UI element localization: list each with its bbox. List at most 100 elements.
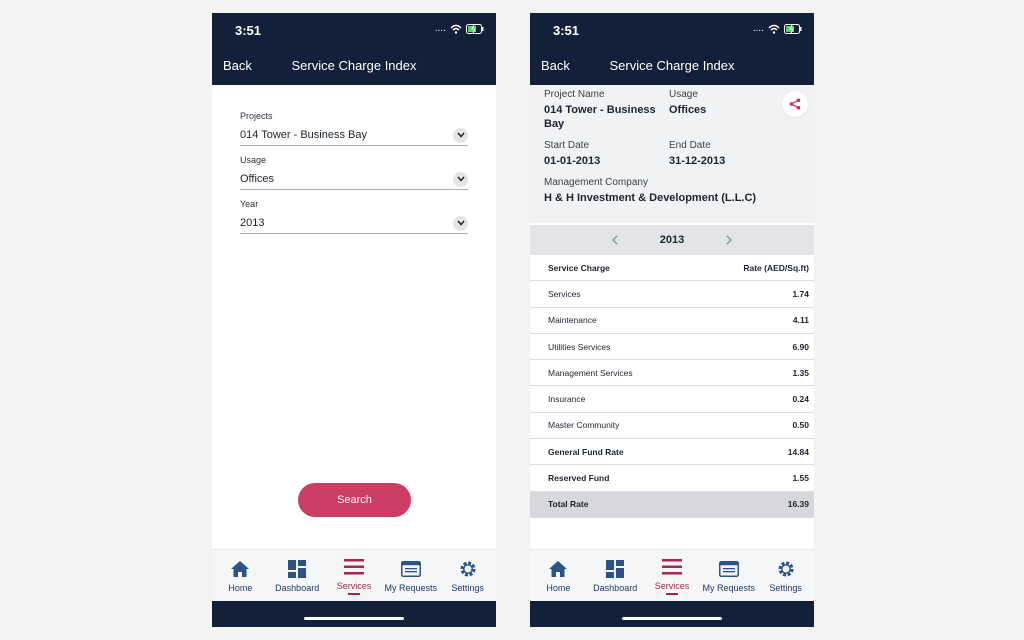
nav-label: Services [654,580,690,591]
project-name-value: 014 Tower - Business Bay [544,104,656,130]
projects-select[interactable]: 014 Tower - Business Bay [240,125,468,146]
chevron-left-icon[interactable] [608,233,622,247]
dashboard-icon [606,559,625,579]
table-row: Services 1.74 [530,281,814,308]
total-label: Total Rate [548,499,589,510]
row-value: 1.55 [792,473,809,484]
row-name: Management Services [548,367,633,378]
nav-home[interactable]: Home [530,559,586,593]
table-header: Service Charge Rate (AED/Sq.ft) [530,255,814,282]
bottom-nav: Home Dashboard Services My Requests Sett… [530,549,814,601]
signal-icon: .... [434,23,446,34]
usage-select[interactable]: Offices [240,169,468,190]
gear-icon [459,559,477,579]
project-details: Project Name 014 Tower - Business Bay Us… [530,85,814,223]
field-value: Offices [240,173,275,185]
battery-icon [466,24,484,34]
table-row: General Fund Rate 14.84 [530,439,814,466]
info-label: Project Name [544,89,605,100]
menu-lines-icon [343,557,364,577]
menu-lines-icon [661,557,682,577]
nav-services[interactable]: Services [326,557,382,595]
year-select[interactable]: 2013 [240,213,468,234]
nav-label: My Requests [702,582,756,593]
nav-dashboard[interactable]: Dashboard [269,559,325,593]
row-value: 1.35 [792,367,809,378]
chevron-down-icon [453,127,468,143]
bottom-nav: Home Dashboard Services My Requests Sett… [212,549,496,601]
nav-services[interactable]: Services [644,557,700,595]
gear-icon [777,559,795,579]
project-name-block: Project Name 014 Tower - Business Bay [544,89,662,131]
end-date-value: 31-12-2013 [669,155,726,167]
row-name: Reserved Fund [548,473,610,484]
projects-field: Projects 014 Tower - Business Bay [240,111,468,146]
row-value: 14.84 [787,446,809,457]
app-header: 3:51 .... Back Service Charge Index [212,13,496,85]
active-indicator [347,592,360,595]
share-button[interactable] [782,91,808,117]
search-button[interactable]: Search [298,483,411,517]
row-value: 6.90 [792,341,809,352]
rates-table: Service Charge Rate (AED/Sq.ft) Services… [530,255,814,518]
app-header: 3:51 .... Back Service Charge Index [530,13,814,85]
total-row: Total Rate 16.39 [530,491,814,518]
year-selector: 2013 [530,225,814,255]
row-name: Utilities Services [548,341,611,352]
nav-settings[interactable]: Settings [440,559,496,593]
signal-icon: .... [752,23,764,34]
nav-my-requests[interactable]: My Requests [701,559,757,593]
table-row: Utilities Services 6.90 [530,334,814,361]
status-time: 3:51 [235,23,262,38]
row-name: Services [548,288,581,299]
field-label: Projects [240,111,273,121]
nav-home[interactable]: Home [212,559,268,593]
management-company-block: Management Company H & H Investment & De… [544,177,756,205]
row-value: 4.11 [792,315,809,326]
row-name: General Fund Rate [548,446,624,457]
battery-icon [784,24,802,34]
nav-dashboard[interactable]: Dashboard [587,559,643,593]
usage-block: Usage Offices [669,89,706,117]
page-title: Service Charge Index [609,58,735,73]
table-row: Master Community 0.50 [530,413,814,440]
field-value: 2013 [240,217,265,229]
nav-settings[interactable]: Settings [758,559,814,593]
requests-icon [400,559,421,579]
total-value: 16.39 [787,499,809,510]
wifi-icon [768,24,780,34]
usage-field: Usage Offices [240,155,468,190]
share-icon [789,98,801,110]
start-date-value: 01-01-2013 [544,155,601,167]
row-value: 0.50 [792,420,809,431]
home-indicator[interactable] [304,617,404,620]
chevron-right-icon[interactable] [722,233,736,247]
row-name: Master Community [548,420,620,431]
usage-value: Offices [669,104,707,116]
nav-label: Dashboard [593,582,638,593]
table-row: Reserved Fund 1.55 [530,465,814,492]
search-screen: 3:51 .... Back Service Charge Index Proj… [212,13,496,627]
home-indicator[interactable] [622,617,722,620]
selected-year: 2013 [659,234,685,246]
table-row: Maintenance 4.11 [530,308,814,334]
nav-label: Services [336,580,372,591]
field-value: 014 Tower - Business Bay [240,129,367,141]
row-name: Maintenance [548,315,597,326]
requests-icon [718,559,739,579]
dashboard-icon [288,559,307,579]
info-label: Start Date [544,140,590,151]
chevron-down-icon [453,215,468,231]
table-row: Insurance 0.24 [530,386,814,413]
status-time: 3:51 [553,23,580,38]
home-bar [530,601,814,627]
status-icons: .... [435,24,484,34]
column-header: Service Charge [548,262,610,273]
chevron-down-icon [453,171,468,187]
active-indicator [665,592,678,595]
nav-my-requests[interactable]: My Requests [383,559,439,593]
page-title: Service Charge Index [291,58,417,73]
management-company-value: H & H Investment & Development (L.L.C) [544,192,757,204]
home-bar [212,601,496,627]
results-screen: 3:51 .... Back Service Charge Index Proj… [530,13,814,627]
